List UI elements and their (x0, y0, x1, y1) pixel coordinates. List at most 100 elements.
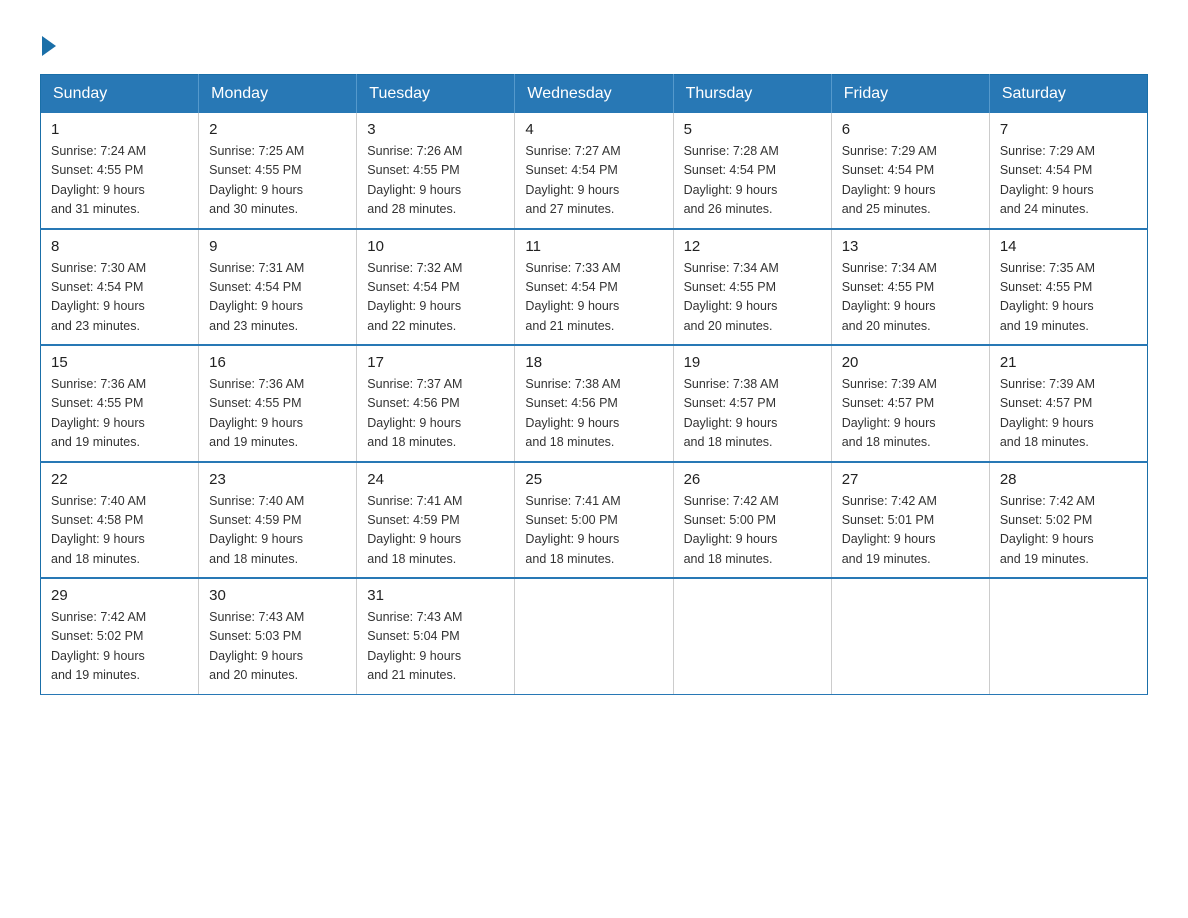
calendar-cell: 23 Sunrise: 7:40 AMSunset: 4:59 PMDaylig… (199, 462, 357, 579)
logo-triangle-icon (42, 36, 56, 56)
day-info: Sunrise: 7:39 AMSunset: 4:57 PMDaylight:… (1000, 375, 1137, 453)
calendar-cell: 11 Sunrise: 7:33 AMSunset: 4:54 PMDaylig… (515, 229, 673, 346)
week-row-1: 1 Sunrise: 7:24 AMSunset: 4:55 PMDayligh… (41, 113, 1148, 229)
calendar-cell: 1 Sunrise: 7:24 AMSunset: 4:55 PMDayligh… (41, 113, 199, 229)
calendar-table: SundayMondayTuesdayWednesdayThursdayFrid… (40, 74, 1148, 695)
calendar-cell (673, 578, 831, 694)
day-number: 13 (842, 238, 979, 255)
day-info: Sunrise: 7:40 AMSunset: 4:58 PMDaylight:… (51, 492, 188, 570)
day-number: 4 (525, 121, 662, 138)
day-number: 10 (367, 238, 504, 255)
day-number: 20 (842, 354, 979, 371)
day-number: 18 (525, 354, 662, 371)
day-number: 21 (1000, 354, 1137, 371)
day-info: Sunrise: 7:38 AMSunset: 4:56 PMDaylight:… (525, 375, 662, 453)
calendar-cell: 18 Sunrise: 7:38 AMSunset: 4:56 PMDaylig… (515, 345, 673, 462)
day-number: 7 (1000, 121, 1137, 138)
day-info: Sunrise: 7:33 AMSunset: 4:54 PMDaylight:… (525, 259, 662, 337)
weekday-header-wednesday: Wednesday (515, 75, 673, 114)
calendar-cell: 22 Sunrise: 7:40 AMSunset: 4:58 PMDaylig… (41, 462, 199, 579)
day-number: 2 (209, 121, 346, 138)
day-number: 12 (684, 238, 821, 255)
calendar-cell: 28 Sunrise: 7:42 AMSunset: 5:02 PMDaylig… (989, 462, 1147, 579)
week-row-4: 22 Sunrise: 7:40 AMSunset: 4:58 PMDaylig… (41, 462, 1148, 579)
calendar-cell: 25 Sunrise: 7:41 AMSunset: 5:00 PMDaylig… (515, 462, 673, 579)
calendar-cell: 13 Sunrise: 7:34 AMSunset: 4:55 PMDaylig… (831, 229, 989, 346)
day-info: Sunrise: 7:42 AMSunset: 5:02 PMDaylight:… (51, 608, 188, 686)
day-info: Sunrise: 7:34 AMSunset: 4:55 PMDaylight:… (684, 259, 821, 337)
day-number: 22 (51, 471, 188, 488)
day-info: Sunrise: 7:38 AMSunset: 4:57 PMDaylight:… (684, 375, 821, 453)
calendar-cell: 21 Sunrise: 7:39 AMSunset: 4:57 PMDaylig… (989, 345, 1147, 462)
day-info: Sunrise: 7:40 AMSunset: 4:59 PMDaylight:… (209, 492, 346, 570)
weekday-header-monday: Monday (199, 75, 357, 114)
calendar-cell: 30 Sunrise: 7:43 AMSunset: 5:03 PMDaylig… (199, 578, 357, 694)
day-info: Sunrise: 7:41 AMSunset: 4:59 PMDaylight:… (367, 492, 504, 570)
weekday-header-thursday: Thursday (673, 75, 831, 114)
day-number: 26 (684, 471, 821, 488)
day-info: Sunrise: 7:43 AMSunset: 5:04 PMDaylight:… (367, 608, 504, 686)
weekday-header-sunday: Sunday (41, 75, 199, 114)
logo (40, 30, 58, 54)
day-number: 25 (525, 471, 662, 488)
day-number: 16 (209, 354, 346, 371)
day-number: 5 (684, 121, 821, 138)
day-number: 30 (209, 587, 346, 604)
day-number: 6 (842, 121, 979, 138)
page-header (40, 30, 1148, 54)
week-row-5: 29 Sunrise: 7:42 AMSunset: 5:02 PMDaylig… (41, 578, 1148, 694)
day-info: Sunrise: 7:36 AMSunset: 4:55 PMDaylight:… (209, 375, 346, 453)
day-number: 23 (209, 471, 346, 488)
day-info: Sunrise: 7:29 AMSunset: 4:54 PMDaylight:… (1000, 142, 1137, 220)
day-number: 24 (367, 471, 504, 488)
day-number: 14 (1000, 238, 1137, 255)
calendar-cell: 19 Sunrise: 7:38 AMSunset: 4:57 PMDaylig… (673, 345, 831, 462)
calendar-cell: 7 Sunrise: 7:29 AMSunset: 4:54 PMDayligh… (989, 113, 1147, 229)
calendar-cell (989, 578, 1147, 694)
calendar-cell: 10 Sunrise: 7:32 AMSunset: 4:54 PMDaylig… (357, 229, 515, 346)
day-number: 8 (51, 238, 188, 255)
calendar-cell: 12 Sunrise: 7:34 AMSunset: 4:55 PMDaylig… (673, 229, 831, 346)
day-info: Sunrise: 7:34 AMSunset: 4:55 PMDaylight:… (842, 259, 979, 337)
calendar-cell: 9 Sunrise: 7:31 AMSunset: 4:54 PMDayligh… (199, 229, 357, 346)
day-info: Sunrise: 7:28 AMSunset: 4:54 PMDaylight:… (684, 142, 821, 220)
week-row-3: 15 Sunrise: 7:36 AMSunset: 4:55 PMDaylig… (41, 345, 1148, 462)
calendar-cell: 16 Sunrise: 7:36 AMSunset: 4:55 PMDaylig… (199, 345, 357, 462)
day-info: Sunrise: 7:24 AMSunset: 4:55 PMDaylight:… (51, 142, 188, 220)
weekday-header-row: SundayMondayTuesdayWednesdayThursdayFrid… (41, 75, 1148, 114)
calendar-cell: 14 Sunrise: 7:35 AMSunset: 4:55 PMDaylig… (989, 229, 1147, 346)
day-number: 17 (367, 354, 504, 371)
day-info: Sunrise: 7:42 AMSunset: 5:01 PMDaylight:… (842, 492, 979, 570)
calendar-cell: 15 Sunrise: 7:36 AMSunset: 4:55 PMDaylig… (41, 345, 199, 462)
day-info: Sunrise: 7:30 AMSunset: 4:54 PMDaylight:… (51, 259, 188, 337)
day-info: Sunrise: 7:41 AMSunset: 5:00 PMDaylight:… (525, 492, 662, 570)
calendar-cell (831, 578, 989, 694)
weekday-header-friday: Friday (831, 75, 989, 114)
weekday-header-saturday: Saturday (989, 75, 1147, 114)
day-number: 1 (51, 121, 188, 138)
calendar-cell: 29 Sunrise: 7:42 AMSunset: 5:02 PMDaylig… (41, 578, 199, 694)
day-number: 28 (1000, 471, 1137, 488)
day-info: Sunrise: 7:35 AMSunset: 4:55 PMDaylight:… (1000, 259, 1137, 337)
calendar-cell: 2 Sunrise: 7:25 AMSunset: 4:55 PMDayligh… (199, 113, 357, 229)
day-info: Sunrise: 7:26 AMSunset: 4:55 PMDaylight:… (367, 142, 504, 220)
day-info: Sunrise: 7:25 AMSunset: 4:55 PMDaylight:… (209, 142, 346, 220)
calendar-cell: 26 Sunrise: 7:42 AMSunset: 5:00 PMDaylig… (673, 462, 831, 579)
day-number: 3 (367, 121, 504, 138)
day-number: 27 (842, 471, 979, 488)
day-number: 29 (51, 587, 188, 604)
day-info: Sunrise: 7:42 AMSunset: 5:02 PMDaylight:… (1000, 492, 1137, 570)
day-number: 31 (367, 587, 504, 604)
day-number: 9 (209, 238, 346, 255)
day-info: Sunrise: 7:42 AMSunset: 5:00 PMDaylight:… (684, 492, 821, 570)
calendar-cell: 6 Sunrise: 7:29 AMSunset: 4:54 PMDayligh… (831, 113, 989, 229)
calendar-cell: 8 Sunrise: 7:30 AMSunset: 4:54 PMDayligh… (41, 229, 199, 346)
day-number: 11 (525, 238, 662, 255)
day-info: Sunrise: 7:27 AMSunset: 4:54 PMDaylight:… (525, 142, 662, 220)
calendar-cell (515, 578, 673, 694)
calendar-cell: 3 Sunrise: 7:26 AMSunset: 4:55 PMDayligh… (357, 113, 515, 229)
weekday-header-tuesday: Tuesday (357, 75, 515, 114)
day-info: Sunrise: 7:43 AMSunset: 5:03 PMDaylight:… (209, 608, 346, 686)
calendar-cell: 31 Sunrise: 7:43 AMSunset: 5:04 PMDaylig… (357, 578, 515, 694)
day-info: Sunrise: 7:37 AMSunset: 4:56 PMDaylight:… (367, 375, 504, 453)
